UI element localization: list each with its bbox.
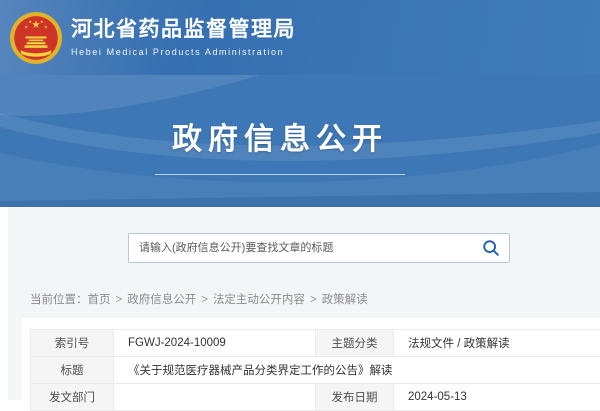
- national-emblem-icon: [10, 12, 62, 64]
- field-value-index-no: FGWJ-2024-10009: [114, 330, 316, 357]
- info-table: 索引号 FGWJ-2024-10009 主题分类 法规文件 / 政策解读 标题 …: [30, 329, 600, 411]
- field-label-title: 标题: [31, 357, 114, 384]
- site-header: 河北省药品监督管理局 Hebei Medical Products Admini…: [0, 0, 600, 75]
- field-label-publish-date: 发布日期: [316, 384, 394, 411]
- breadcrumb-item-statutory-disclosure[interactable]: 法定主动公开内容: [213, 294, 305, 306]
- search-input[interactable]: [129, 234, 473, 262]
- org-name-cn: 河北省药品监督管理局: [71, 18, 296, 42]
- search-button[interactable]: [473, 234, 509, 262]
- org-names: 河北省药品监督管理局 Hebei Medical Products Admini…: [71, 18, 296, 56]
- breadcrumb-separator: >: [116, 294, 123, 306]
- table-row-index: 索引号 FGWJ-2024-10009 主题分类 法规文件 / 政策解读: [31, 330, 600, 357]
- breadcrumb-separator: >: [201, 294, 208, 306]
- page: 河北省药品监督管理局 Hebei Medical Products Admini…: [0, 0, 600, 400]
- banner-inner: 政府信息公开: [0, 75, 580, 207]
- breadcrumb: 当前位置：首页 > 政府信息公开 > 法定主动公开内容 > 政策解读: [30, 291, 368, 307]
- field-value-issuing-department: [114, 384, 316, 411]
- search-icon: [482, 239, 500, 257]
- info-card: 索引号 FGWJ-2024-10009 主题分类 法规文件 / 政策解读 标题 …: [22, 318, 600, 400]
- search-bar: [128, 233, 510, 263]
- field-value-title: 《关于规范医疗器械产品分类界定工作的公告》解读: [114, 357, 600, 384]
- banner: 政府信息公开: [0, 75, 600, 207]
- org-name-en: Hebei Medical Products Administration: [71, 47, 296, 57]
- field-label-subject-category: 主题分类: [316, 330, 394, 357]
- field-value-publish-date: 2024-05-13: [394, 384, 600, 411]
- page-title: 政府信息公开: [172, 114, 388, 158]
- breadcrumb-label: 当前位置：: [30, 294, 88, 306]
- banner-underline: [155, 174, 405, 175]
- table-row-department: 发文部门 发布日期 2024-05-13: [31, 384, 600, 411]
- breadcrumb-separator: >: [310, 294, 317, 306]
- field-label-issuing-department: 发文部门: [31, 384, 114, 411]
- breadcrumb-item-gov-info[interactable]: 政府信息公开: [127, 294, 196, 306]
- breadcrumb-item-home[interactable]: 首页: [88, 294, 111, 306]
- content-area: 当前位置：首页 > 政府信息公开 > 法定主动公开内容 > 政策解读 索引号 FGWJ-20…: [8, 207, 600, 400]
- field-label-index-no: 索引号: [31, 330, 114, 357]
- table-row-title: 标题 《关于规范医疗器械产品分类界定工作的公告》解读: [31, 357, 600, 384]
- field-value-subject-category: 法规文件 / 政策解读: [394, 330, 600, 357]
- breadcrumb-item-policy-interpretation[interactable]: 政策解读: [322, 294, 368, 306]
